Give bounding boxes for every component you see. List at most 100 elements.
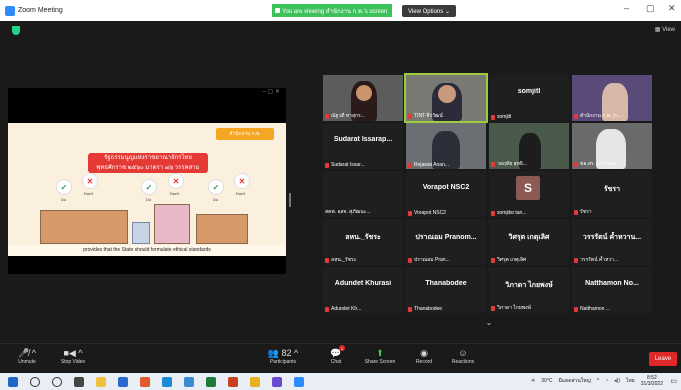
cross-icon: ✕ — [234, 173, 250, 189]
input-language[interactable]: ไทย — [626, 377, 635, 385]
participant-tile[interactable]: Vorapot NSC2 Vorapot NSC2 — [406, 171, 486, 217]
participant-name: ปราณอม Pran... — [408, 256, 484, 264]
participant-tile-active-speaker[interactable]: TINT-จีรวัฒน์ — [404, 73, 488, 123]
office-icon[interactable] — [140, 376, 150, 387]
network-icon[interactable]: ◔ — [605, 378, 608, 384]
maximize-button[interactable]: ▢ — [646, 3, 655, 14]
mic-muted-icon — [491, 161, 495, 167]
participant-tile[interactable]: Thanabodee Thanabodee — [406, 267, 486, 313]
participant-tile[interactable]: somjitl somjitl — [489, 75, 569, 121]
participant-display-name: somjitl — [517, 88, 541, 95]
do-label: Do — [146, 197, 152, 202]
participant-tile[interactable]: วรรรัตน์ ค้ำหวาน... วรรรัตน์ ค้ำหวา... — [572, 219, 652, 265]
participant-name: TINT-จีรวัฒน์ — [408, 112, 484, 120]
participant-display-name: Adundet Khurasi — [334, 280, 392, 287]
participant-tile[interactable]: Natthamon No... Natthamon ... — [572, 267, 652, 313]
participants-count: 82 — [281, 348, 292, 358]
mic-muted-icon — [574, 306, 578, 312]
chrome-icon[interactable] — [250, 376, 260, 387]
windows-start-icon[interactable] — [8, 376, 18, 387]
participants-button[interactable]: 👥 82 ^ Participants — [258, 347, 308, 365]
shared-slide: สำนักงาน ก.พ. รัฐธรรมนูญแห่งราชอาณาจักรไ… — [8, 123, 286, 256]
slide-headline-line2: พุทธศักราช ๒๕๖๐ มาตรา ๗๖ วรรคสาม — [96, 165, 200, 171]
zoom-taskbar-icon[interactable] — [294, 376, 304, 387]
video-camera-icon: ■◀ ^ — [63, 348, 83, 358]
unmute-label: Unmute — [18, 359, 36, 365]
gallery-next-page-chevron-down-icon[interactable]: ⌄ — [481, 318, 497, 332]
participant-display-name: วิภาดา ไกยพงษ์ — [505, 282, 553, 289]
reactions-button[interactable]: ☺ Reactions — [438, 347, 488, 365]
participant-face — [438, 85, 456, 103]
participant-name: Adundet Kh... — [325, 306, 401, 312]
file-explorer-icon[interactable] — [96, 376, 106, 387]
photos-icon[interactable] — [184, 376, 194, 387]
participant-tile[interactable]: วลฤทัย สุทธิ... — [489, 123, 569, 169]
view-button[interactable]: ▦ View — [655, 26, 675, 33]
building-illustration — [154, 204, 190, 244]
participant-name: Natthamon ... — [574, 306, 650, 312]
participant-avatar: S — [516, 176, 540, 200]
share-screen-button[interactable]: ⬆ Share Screen — [355, 347, 405, 365]
notifications-icon[interactable]: ▭ — [670, 377, 677, 385]
leave-button[interactable]: Leave — [649, 352, 677, 366]
mic-muted-icon — [491, 114, 495, 120]
split-drag-handle[interactable] — [289, 193, 291, 207]
edge-icon[interactable] — [162, 376, 172, 387]
share-window-controls[interactable]: – ▢ ✕ — [263, 88, 280, 95]
participant-tile[interactable]: ปราณอม Pranom... ปราณอม Pran... — [406, 219, 486, 265]
teams-icon[interactable] — [272, 376, 282, 387]
participant-name: วรรรัตน์ ค้ำหวา... — [574, 256, 650, 264]
participant-name: สคพ. อสจ. ศุภัฒนะ... — [325, 209, 371, 215]
participant-tile[interactable]: ชล.สร. อรวรรณ... — [572, 123, 652, 169]
encryption-shield-icon[interactable] — [12, 26, 20, 35]
close-button[interactable]: ✕ — [668, 3, 676, 14]
tray-overflow-chevron-icon[interactable]: ^ — [597, 378, 599, 384]
minimize-button[interactable]: – — [624, 3, 629, 13]
mic-muted-icon — [325, 306, 329, 312]
stop-video-button[interactable]: ■◀ ^ Stop Video — [48, 347, 98, 365]
slide-headline: รัฐธรรมนูญแห่งราชอาณาจักรไทย พุทธศักราช … — [88, 153, 208, 173]
mic-muted-icon — [325, 113, 329, 119]
participant-display-name: วรรรัตน์ ค้ำหวาน... — [582, 234, 642, 241]
view-options-button[interactable]: View Options ⌄ — [402, 5, 456, 17]
shared-screen-window[interactable]: – ▢ ✕ สำนักงาน ก.พ. รัฐธรรมนูญแห่งราชอาณ… — [8, 88, 286, 274]
participant-name: somjitl — [491, 114, 567, 120]
cortana-icon[interactable] — [52, 376, 62, 387]
temperature: 30°C — [541, 378, 553, 384]
chat-button[interactable]: 💬 1 Chat — [311, 345, 361, 365]
powerpoint-icon[interactable] — [228, 376, 238, 387]
title-bar: Zoom Meeting You are viewing สำนักงาน ก.… — [0, 0, 681, 21]
share-banner-text: You are viewing สำนักงาน ก.พ.'s screen — [282, 8, 388, 15]
chat-unread-badge: 1 — [339, 345, 345, 351]
participant-tile[interactable]: รัชรา รัชรา — [572, 171, 652, 217]
store-icon[interactable] — [118, 376, 128, 387]
participant-tile[interactable]: สคพ. อสจ. ศุภัฒนะ... — [323, 171, 403, 217]
participant-tile[interactable]: สำนักงาน ก.พ. (ก... — [572, 75, 652, 121]
clock[interactable]: 8:52 31/3/2022 — [641, 375, 663, 387]
participant-tile[interactable]: Sudarat Issarap... Sudarat Issar... — [323, 123, 403, 169]
participant-tile[interactable]: ณัฐวดี ทาสุกร... — [323, 75, 403, 121]
participant-name: วิศรุต เกตุเลิศ — [491, 256, 567, 264]
participant-tile[interactable]: S somjitsr.tan... — [489, 171, 569, 217]
weather-icon[interactable]: ☀ — [531, 378, 535, 384]
participant-tile[interactable]: Rejawat Anan... — [406, 123, 486, 169]
participant-display-name: ปราณอม Pranom... — [415, 234, 477, 241]
participant-display-name: Thanabodee — [425, 280, 467, 287]
participant-tile[interactable]: วิภาดา ไกยพงษ์ วิภาดา ไกยพงษ์ — [489, 267, 569, 313]
participant-display-name: รัชรา — [603, 186, 621, 193]
participant-tile[interactable]: วิศรุต เกตุเลิศ วิศรุต เกตุเลิศ — [489, 219, 569, 265]
meeting-toolbar: 🎤̸ ^ Unmute ■◀ ^ Stop Video 👥 82 ^ Parti… — [0, 343, 681, 373]
check-icon: ✓ — [141, 179, 157, 195]
search-icon[interactable] — [30, 376, 40, 387]
dont-label: Don't — [236, 191, 246, 196]
window-title: Zoom Meeting — [18, 7, 63, 14]
participant-tile[interactable]: Adundet Khurasi Adundet Kh... — [323, 267, 403, 313]
task-view-icon[interactable] — [74, 376, 84, 387]
participant-name: Rejawat Anan... — [408, 162, 484, 168]
excel-icon[interactable] — [206, 376, 216, 387]
unmute-button[interactable]: 🎤̸ ^ Unmute — [2, 347, 52, 365]
volume-icon[interactable]: ◂)) — [614, 378, 620, 384]
participant-name: สำนักงาน ก.พ. (ก... — [574, 112, 650, 120]
participant-tile[interactable]: ลหน._รัชระ ลหน._รัชระ — [323, 219, 403, 265]
participants-icon: 👥 82 ^ — [267, 348, 299, 358]
